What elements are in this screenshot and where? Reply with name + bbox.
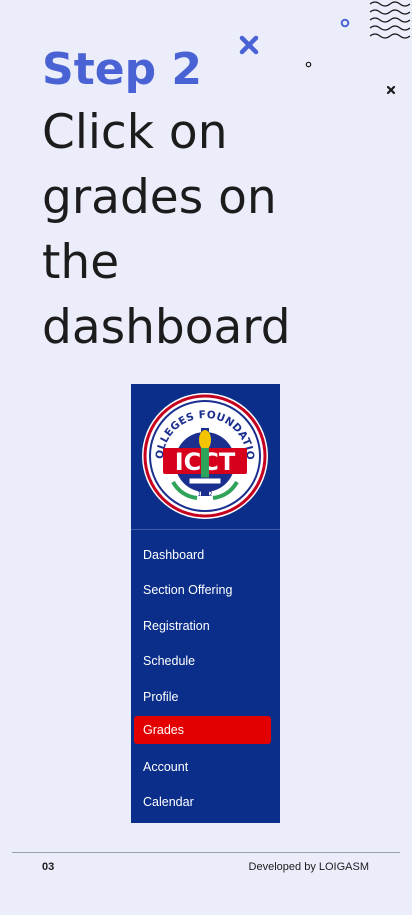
sidebar-item-account[interactable]: Account [134,753,271,781]
sidebar-item-registration[interactable]: Registration [134,612,271,640]
wavy-lines-icon [369,1,411,39]
sidebar-item-profile[interactable]: Profile [134,683,271,711]
sidebar-item-section-offering[interactable]: Section Offering [134,576,271,604]
footer-credit: Developed by LOIGASM [248,861,369,873]
x-mark-icon [386,85,396,95]
footer-divider [12,852,400,853]
small-circle-icon [305,61,312,68]
sidebar-divider [131,529,280,530]
logo-year: 1992 [197,491,212,498]
school-logo: ICCT COLLEGES FOUNDATION INC. ICCT 1992 [134,381,271,522]
x-mark-icon [239,35,259,55]
sidebar-item-grades[interactable]: Grades [134,716,271,744]
step-title: Step 2 [42,44,202,95]
page-number: 03 [42,861,55,873]
sidebar-item-dashboard[interactable]: Dashboard [134,541,271,569]
step-instruction: Click on grades on the dashboard [42,105,291,355]
sidebar-item-schedule[interactable]: Schedule [134,647,271,675]
small-circle-icon [340,18,350,28]
sidebar-item-calendar[interactable]: Calendar [134,788,271,816]
sidebar-panel: ICCT COLLEGES FOUNDATION INC. ICCT 1992 … [131,381,280,823]
